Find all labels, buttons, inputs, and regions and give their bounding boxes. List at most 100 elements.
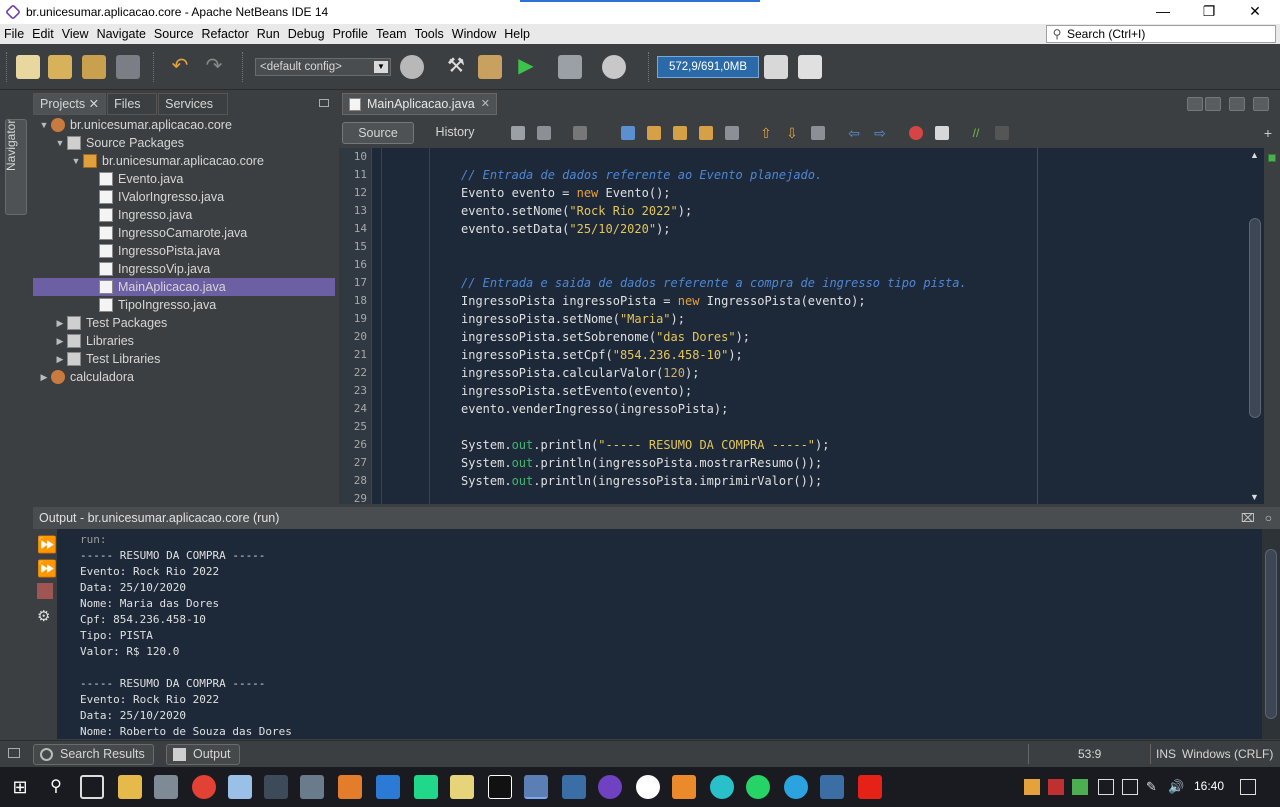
tree-item[interactable]: ▼ Source Packages	[33, 134, 184, 152]
menu-tools[interactable]: Tools	[411, 27, 448, 41]
tree-item[interactable]: ▶ Test Libraries	[33, 350, 160, 368]
app-icon[interactable]	[710, 775, 734, 799]
scrollbar-thumb[interactable]	[1249, 218, 1261, 418]
menu-team[interactable]: Team	[372, 27, 411, 41]
maximize-editor-icon[interactable]	[1253, 97, 1269, 111]
start-macro-icon[interactable]	[909, 126, 923, 140]
editor-scrollbar[interactable]: ▲ ▼	[1248, 148, 1262, 504]
undo-icon[interactable]: ↶	[168, 55, 192, 79]
app-icon[interactable]	[672, 775, 696, 799]
tree-item[interactable]: ▼ br.unicesumar.aplicacao.core	[33, 116, 232, 134]
tray-icon[interactable]	[1024, 779, 1040, 795]
settings-icon[interactable]: ⚙	[37, 607, 53, 625]
chevron-down-icon[interactable]: ▼	[53, 134, 67, 152]
vscode-icon[interactable]	[376, 775, 400, 799]
file-explorer-icon[interactable]	[118, 775, 142, 799]
telegram-icon[interactable]	[784, 775, 808, 799]
tree-item[interactable]: IngressoPista.java	[33, 242, 220, 260]
app-icon[interactable]	[636, 775, 660, 799]
menu-help[interactable]: Help	[500, 27, 534, 41]
netbeans-taskbar-icon[interactable]	[524, 775, 548, 799]
app-icon[interactable]	[300, 775, 324, 799]
history-button[interactable]: History	[425, 122, 485, 144]
rerun-with-params-icon[interactable]: ⏩	[37, 559, 57, 578]
redo-icon[interactable]: ↷	[202, 55, 226, 79]
search-input[interactable]: ⚲ Search (Ctrl+I)	[1046, 25, 1276, 43]
menu-navigate[interactable]: Navigate	[93, 27, 150, 41]
network-icon[interactable]	[1122, 779, 1138, 795]
add-split-icon[interactable]: +	[1261, 126, 1275, 140]
find-next-icon[interactable]	[673, 126, 687, 140]
close-icon[interactable]: ⌧	[1241, 511, 1255, 525]
menu-run[interactable]: Run	[253, 27, 284, 41]
shield-icon[interactable]	[1072, 779, 1088, 795]
close-icon[interactable]: ✕	[481, 94, 490, 114]
maximize-button[interactable]: ❐	[1186, 0, 1232, 24]
shift-left-icon[interactable]: ⇦	[847, 126, 861, 140]
rerun-icon[interactable]: ⏩	[37, 535, 57, 554]
chevron-right-icon[interactable]: ▶	[53, 332, 67, 350]
show-opened-docs-icon[interactable]	[1229, 97, 1245, 111]
chrome-icon[interactable]	[192, 775, 216, 799]
config-select[interactable]: <default config> ▼	[255, 58, 391, 76]
tray-icon[interactable]	[1048, 779, 1064, 795]
notifications-icon[interactable]	[1240, 779, 1256, 795]
memory-usage-bar[interactable]: 572,9/691,0MB	[657, 56, 759, 78]
minimize-button[interactable]: —	[1140, 0, 1186, 24]
app-icon[interactable]	[154, 775, 178, 799]
scroll-tabs-right-icon[interactable]	[1205, 97, 1221, 111]
scrollbar-thumb[interactable]	[1265, 549, 1277, 719]
menu-view[interactable]: View	[58, 27, 93, 41]
back-icon[interactable]	[537, 126, 551, 140]
menu-debug[interactable]: Debug	[284, 27, 329, 41]
output-scrollbar[interactable]	[1262, 529, 1280, 739]
tab-search-results[interactable]: Search Results	[33, 744, 154, 765]
chevron-right-icon[interactable]: ▶	[37, 368, 51, 386]
scroll-up-icon[interactable]: ▲	[1250, 150, 1259, 160]
tree-item[interactable]: ▶ Test Packages	[33, 314, 167, 332]
tab-services[interactable]: Services	[158, 93, 229, 115]
globe-icon[interactable]	[400, 55, 424, 79]
clock[interactable]: 16:40	[1194, 779, 1224, 793]
stop-icon[interactable]	[37, 583, 53, 599]
intellij-icon[interactable]	[488, 775, 512, 799]
toggle-rectangular-icon[interactable]	[725, 126, 739, 140]
toggle-highlight-icon[interactable]	[699, 126, 713, 140]
github-icon[interactable]	[598, 775, 622, 799]
pycharm-icon[interactable]	[414, 775, 438, 799]
tree-item[interactable]: MainAplicacao.java	[33, 278, 335, 296]
tree-item[interactable]: Ingresso.java	[33, 206, 192, 224]
chevron-right-icon[interactable]: ▶	[53, 350, 67, 368]
tree-item[interactable]: ▶ Libraries	[33, 332, 134, 350]
new-file-icon[interactable]	[16, 55, 40, 79]
sublime-icon[interactable]	[338, 775, 362, 799]
run-icon[interactable]: ▶	[514, 55, 538, 79]
usb-icon[interactable]	[1098, 779, 1114, 795]
chevron-down-icon[interactable]: ▼	[37, 116, 51, 134]
restore-window-group-icon[interactable]	[8, 748, 20, 758]
menu-edit[interactable]: Edit	[28, 27, 58, 41]
chevron-down-icon[interactable]: ▼	[69, 152, 83, 170]
tab-files[interactable]: Files	[107, 93, 158, 115]
tree-item[interactable]: IValorIngresso.java	[33, 188, 224, 206]
gc-icon[interactable]	[764, 55, 788, 79]
find-icon[interactable]	[621, 126, 635, 140]
tree-item[interactable]: ▼ br.unicesumar.aplicacao.core	[33, 152, 264, 170]
previous-bookmark-icon[interactable]: ⇧	[759, 126, 773, 140]
youtube-icon[interactable]	[858, 775, 882, 799]
menu-source[interactable]: Source	[150, 27, 198, 41]
menu-refactor[interactable]: Refactor	[198, 27, 253, 41]
source-button[interactable]: Source	[342, 122, 414, 144]
pen-icon[interactable]: ✎	[1146, 779, 1162, 795]
tab-output[interactable]: Output	[166, 744, 240, 765]
uncomment-icon[interactable]	[995, 126, 1009, 140]
stop-macro-icon[interactable]	[935, 126, 949, 140]
chevron-right-icon[interactable]: ▶	[53, 314, 67, 332]
tree-item[interactable]: TipoIngresso.java	[33, 296, 216, 314]
whatsapp-icon[interactable]	[746, 775, 770, 799]
tab-mainaplicacao[interactable]: MainAplicacao.java ✕	[342, 93, 497, 115]
minimize-panel-button[interactable]	[319, 99, 329, 107]
app-icon[interactable]	[820, 775, 844, 799]
menu-profile[interactable]: Profile	[329, 27, 372, 41]
clean-build-icon[interactable]	[478, 55, 502, 79]
